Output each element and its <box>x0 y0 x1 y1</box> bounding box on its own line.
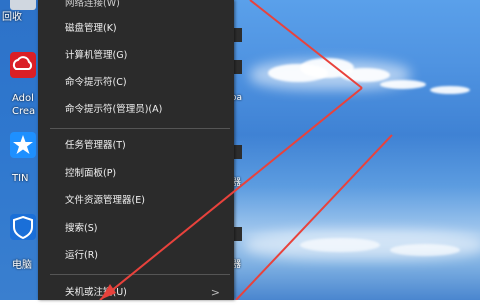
desktop-icon-label[interactable]: Adol <box>12 93 34 104</box>
menu-separator <box>50 274 230 275</box>
cloud <box>340 68 390 82</box>
desktop-icon-label[interactable]: 电脑 <box>12 256 32 271</box>
menu-item-label: 控制面板(P) <box>65 168 117 179</box>
menu-item-label: 搜索(S) <box>65 223 98 234</box>
desktop-icon-label[interactable]: TIN <box>12 173 29 184</box>
menu-item-control-panel[interactable]: 控制面板(P) <box>38 161 234 187</box>
window-edge <box>234 28 242 42</box>
menu-item-command-prompt[interactable]: 命令提示符(C) <box>38 70 234 96</box>
menu-item-label: 运行(R) <box>65 250 99 261</box>
desktop-icon-label[interactable]: Crea <box>12 106 35 117</box>
menu-item-label: 计算机管理(G) <box>65 50 128 61</box>
cloud <box>380 80 426 89</box>
menu-item-label: 网络连接(W) <box>65 0 120 9</box>
adobe-creative-cloud-icon[interactable] <box>10 52 36 78</box>
menu-item-network-connections[interactable]: 网络连接(W) <box>38 0 234 17</box>
window-edge <box>234 227 242 241</box>
window-edge <box>234 60 242 74</box>
menu-item-label: 文件资源管理器(E) <box>65 195 145 206</box>
tencent-pc-manager-icon[interactable] <box>10 214 36 240</box>
menu-item-command-prompt-admin[interactable]: 命令提示符(管理员)(A) <box>38 97 234 123</box>
cloud <box>300 238 380 252</box>
menu-item-shutdown-or-sign-out[interactable]: 关机或注销(U) > <box>38 280 234 306</box>
desktop-icon-label[interactable]: 回收 <box>2 8 22 23</box>
menu-item-label: 磁盘管理(K) <box>65 23 117 34</box>
cloud <box>390 244 460 256</box>
window-edge <box>234 145 242 159</box>
menu-item-disk-management[interactable]: 磁盘管理(K) <box>38 16 234 42</box>
menu-item-file-explorer[interactable]: 文件资源管理器(E) <box>38 188 234 214</box>
menu-item-label: 任务管理器(T) <box>65 140 126 151</box>
winx-quick-link-menu: 网络连接(W) 磁盘管理(K) 计算机管理(G) 命令提示符(C) 命令提示符(… <box>38 0 234 300</box>
tim-icon[interactable] <box>10 132 36 158</box>
menu-item-label: 命令提示符(管理员)(A) <box>65 104 163 115</box>
menu-item-computer-management[interactable]: 计算机管理(G) <box>38 43 234 69</box>
menu-item-task-manager[interactable]: 任务管理器(T) <box>38 133 234 159</box>
menu-item-run[interactable]: 运行(R) <box>38 243 234 269</box>
menu-separator <box>50 128 230 129</box>
cloud <box>430 86 470 94</box>
menu-item-label: 命令提示符(C) <box>65 77 127 88</box>
menu-item-label: 关机或注销(U) <box>65 287 127 298</box>
chevron-right-icon: > <box>210 286 220 299</box>
menu-item-search[interactable]: 搜索(S) <box>38 216 234 242</box>
